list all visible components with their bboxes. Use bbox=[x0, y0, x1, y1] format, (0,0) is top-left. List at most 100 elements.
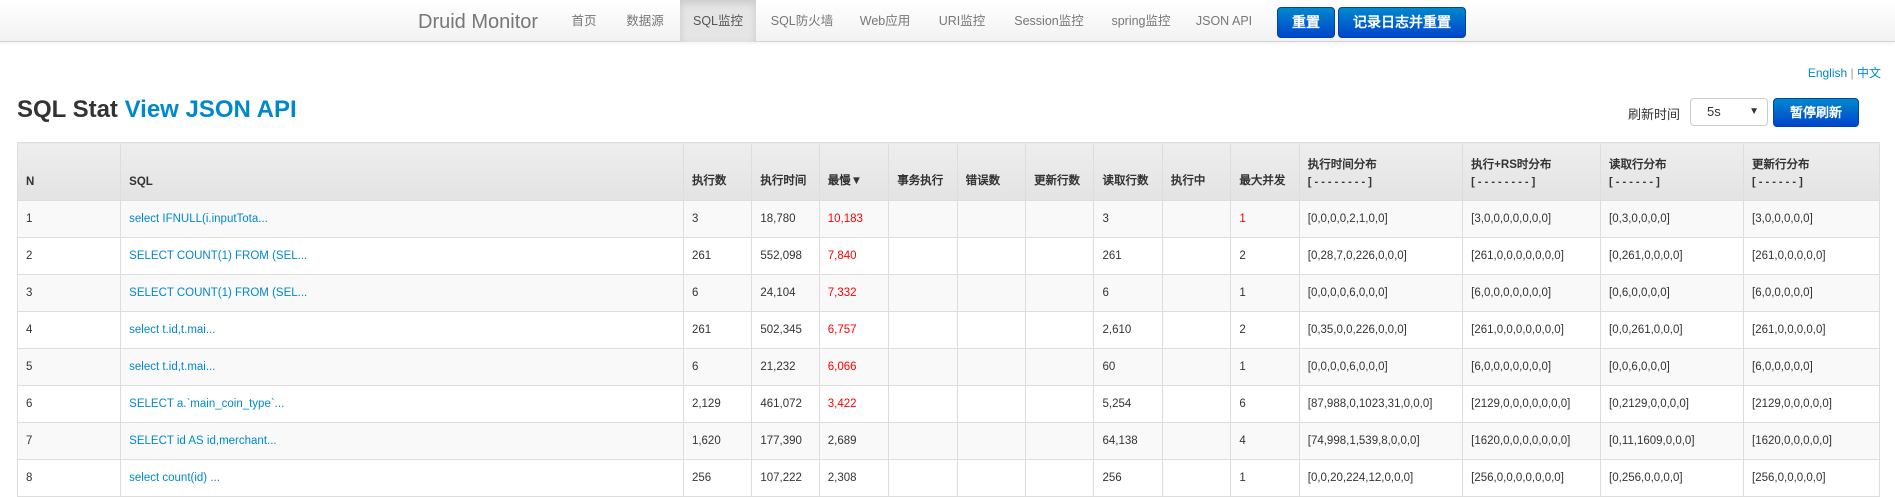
cell-sql[interactable]: select t.id,t.mai... bbox=[120, 348, 684, 386]
header-col-exec-rs-dist[interactable]: 执行+RS时分布 [ - - - - - - - - ] bbox=[1462, 142, 1601, 201]
cell-tx-exec bbox=[888, 237, 958, 275]
cell-n: 7 bbox=[16, 422, 121, 460]
cell-exec-time: 24,104 bbox=[751, 274, 820, 312]
nav-item-sql-monitor[interactable]: SQL监控 bbox=[680, 0, 756, 42]
cell-exec-time: 552,098 bbox=[751, 237, 820, 275]
chevron-down-icon: ▼ bbox=[1749, 106, 1759, 117]
cell-exec-rs-dist: [6,0,0,0,0,0,0,0] bbox=[1462, 348, 1601, 386]
header-col-read-rows-dist[interactable]: 读取行分布 [ - - - - - - ] bbox=[1600, 142, 1744, 201]
view-json-api-link[interactable]: View JSON API bbox=[125, 96, 297, 123]
header-col-exec-time[interactable]: 执行时间 bbox=[751, 142, 820, 201]
cell-update-rows-dist: [3,0,0,0,0,0] bbox=[1743, 200, 1880, 238]
cell-slowest: 6,757 bbox=[818, 311, 889, 349]
table-row: 4 select t.id,t.mai... 261 502,345 6,757 2,61… bbox=[16, 311, 1880, 349]
header-label: 错误数 bbox=[965, 175, 1001, 187]
header-col-read-rows[interactable]: 读取行数 bbox=[1093, 142, 1163, 201]
pause-refresh-button[interactable]: 暂停刷新 bbox=[1773, 98, 1859, 127]
page-title-text: SQL Stat bbox=[17, 96, 118, 123]
cell-exec-time-dist: [0,0,0,0,6,0,0,0] bbox=[1298, 348, 1463, 386]
nav-item-datasource[interactable]: 数据源 bbox=[618, 0, 672, 42]
header-col-tx-exec[interactable]: 事务执行 bbox=[888, 142, 958, 201]
nav-item-home[interactable]: 首页 bbox=[563, 0, 605, 42]
cell-sql[interactable]: select count(id) ... bbox=[120, 459, 684, 497]
nav-item-spring-monitor[interactable]: spring监控 bbox=[1104, 0, 1178, 42]
cell-read-rows: 261 bbox=[1093, 237, 1163, 275]
nav-item-uri-monitor[interactable]: URI监控 bbox=[930, 0, 994, 42]
header-label: 事务执行 bbox=[897, 175, 944, 187]
cell-error-count bbox=[956, 237, 1026, 275]
cell-slowest: 2,689 bbox=[818, 422, 889, 460]
header-col-exec-time-dist[interactable]: 执行时间分布 [ - - - - - - - - ] bbox=[1298, 142, 1463, 201]
header-label: 执行中 bbox=[1170, 175, 1206, 187]
header-label: 执行数 bbox=[691, 175, 727, 187]
cell-exec-rs-dist: [261,0,0,0,0,0,0,0] bbox=[1462, 311, 1601, 349]
cell-sql[interactable]: SELECT COUNT(1) FROM (SEL... bbox=[120, 237, 684, 275]
cell-exec-time-dist: [0,0,0,0,6,0,0,0] bbox=[1298, 274, 1463, 312]
cell-exec-time-dist: [0,35,0,0,226,0,0,0] bbox=[1298, 311, 1463, 349]
cell-update-rows bbox=[1025, 274, 1094, 312]
header-distribution-buckets: [ - - - - - - - - ] bbox=[1471, 176, 1536, 188]
cell-sql[interactable]: SELECT a.`main_coin_type`... bbox=[120, 385, 684, 423]
header-col-max-concurrent[interactable]: 最大并发 bbox=[1230, 142, 1300, 201]
cell-running bbox=[1161, 348, 1231, 386]
cell-tx-exec bbox=[888, 385, 958, 423]
cell-exec-time: 502,345 bbox=[751, 311, 820, 349]
cell-sql[interactable]: select t.id,t.mai... bbox=[120, 311, 684, 349]
header-col-running[interactable]: 执行中 bbox=[1161, 142, 1231, 201]
header-col-slowest[interactable]: 最慢▼ bbox=[818, 142, 889, 201]
cell-exec-count: 261 bbox=[682, 237, 752, 275]
header-col-sql: SQL bbox=[120, 142, 684, 201]
cell-exec-count: 3 bbox=[682, 200, 752, 238]
cell-read-rows: 6 bbox=[1093, 274, 1163, 312]
page-title: SQL Stat View JSON API bbox=[17, 96, 297, 124]
cell-n: 5 bbox=[16, 348, 121, 386]
nav-item-sql-firewall[interactable]: SQL防火墙 bbox=[764, 0, 840, 42]
header-col-update-rows-dist[interactable]: 更新行分布 [ - - - - - - ] bbox=[1743, 142, 1880, 201]
cell-max-concurrent: 2 bbox=[1230, 237, 1300, 275]
lang-english-link[interactable]: English bbox=[1808, 66, 1847, 80]
nav-item-session-monitor[interactable]: Session监控 bbox=[1007, 0, 1091, 42]
cell-update-rows-dist: [256,0,0,0,0,0] bbox=[1743, 459, 1880, 497]
cell-update-rows-dist: [6,0,0,0,0,0] bbox=[1743, 348, 1880, 386]
header-col-update-rows[interactable]: 更新行数 bbox=[1025, 142, 1094, 201]
lang-chinese-link[interactable]: 中文 bbox=[1857, 66, 1881, 80]
cell-sql[interactable]: SELECT COUNT(1) FROM (SEL... bbox=[120, 274, 684, 312]
cell-error-count bbox=[956, 459, 1026, 497]
cell-read-rows: 3 bbox=[1093, 200, 1163, 238]
cell-running bbox=[1161, 200, 1231, 238]
cell-read-rows-dist: [0,6,0,0,0,0] bbox=[1600, 274, 1744, 312]
cell-error-count bbox=[956, 385, 1026, 423]
nav-item-web-app[interactable]: Web应用 bbox=[850, 0, 920, 42]
brand-title[interactable]: Druid Monitor bbox=[418, 11, 538, 34]
cell-read-rows-dist: [0,2129,0,0,0,0] bbox=[1600, 385, 1744, 423]
cell-update-rows-dist: [261,0,0,0,0,0] bbox=[1743, 311, 1880, 349]
cell-tx-exec bbox=[888, 200, 958, 238]
header-col-error-count[interactable]: 错误数 bbox=[956, 142, 1026, 201]
cell-running bbox=[1161, 385, 1231, 423]
cell-read-rows-dist: [0,3,0,0,0,0] bbox=[1600, 200, 1744, 238]
reset-button[interactable]: 重置 bbox=[1277, 7, 1335, 38]
cell-slowest: 10,183 bbox=[818, 200, 889, 238]
header-label: 执行时间 bbox=[760, 175, 807, 187]
cell-n: 6 bbox=[16, 385, 121, 423]
cell-read-rows-dist: [0,0,6,0,0,0] bbox=[1600, 348, 1744, 386]
cell-exec-rs-dist: [256,0,0,0,0,0,0,0] bbox=[1462, 459, 1601, 497]
cell-tx-exec bbox=[888, 348, 958, 386]
cell-exec-time: 107,222 bbox=[751, 459, 820, 497]
cell-sql[interactable]: select IFNULL(i.inputTota... bbox=[120, 200, 684, 238]
cell-exec-rs-dist: [261,0,0,0,0,0,0,0] bbox=[1462, 237, 1601, 275]
top-navbar: Druid Monitor 首页 数据源 SQL监控 SQL防火墙 Web应用 … bbox=[0, 0, 1895, 42]
refresh-interval-select[interactable]: 5s ▼ bbox=[1690, 98, 1768, 126]
cell-exec-count: 1,620 bbox=[682, 422, 752, 460]
header-col-exec-count[interactable]: 执行数 bbox=[682, 142, 752, 201]
cell-read-rows: 5,254 bbox=[1093, 385, 1163, 423]
cell-sql[interactable]: SELECT id AS id,merchant... bbox=[120, 422, 684, 460]
cell-update-rows-dist: [261,0,0,0,0,0] bbox=[1743, 237, 1880, 275]
header-label: 执行+RS时分布 bbox=[1471, 159, 1552, 171]
table-row: 5 select t.id,t.mai... 6 21,232 6,066 60 1 [0,0… bbox=[16, 348, 1880, 386]
cell-exec-count: 261 bbox=[682, 311, 752, 349]
log-and-reset-button[interactable]: 记录日志并重置 bbox=[1338, 7, 1466, 38]
nav-item-json-api[interactable]: JSON API bbox=[1190, 0, 1258, 42]
cell-max-concurrent: 4 bbox=[1230, 422, 1300, 460]
header-label: 最大并发 bbox=[1239, 175, 1286, 187]
